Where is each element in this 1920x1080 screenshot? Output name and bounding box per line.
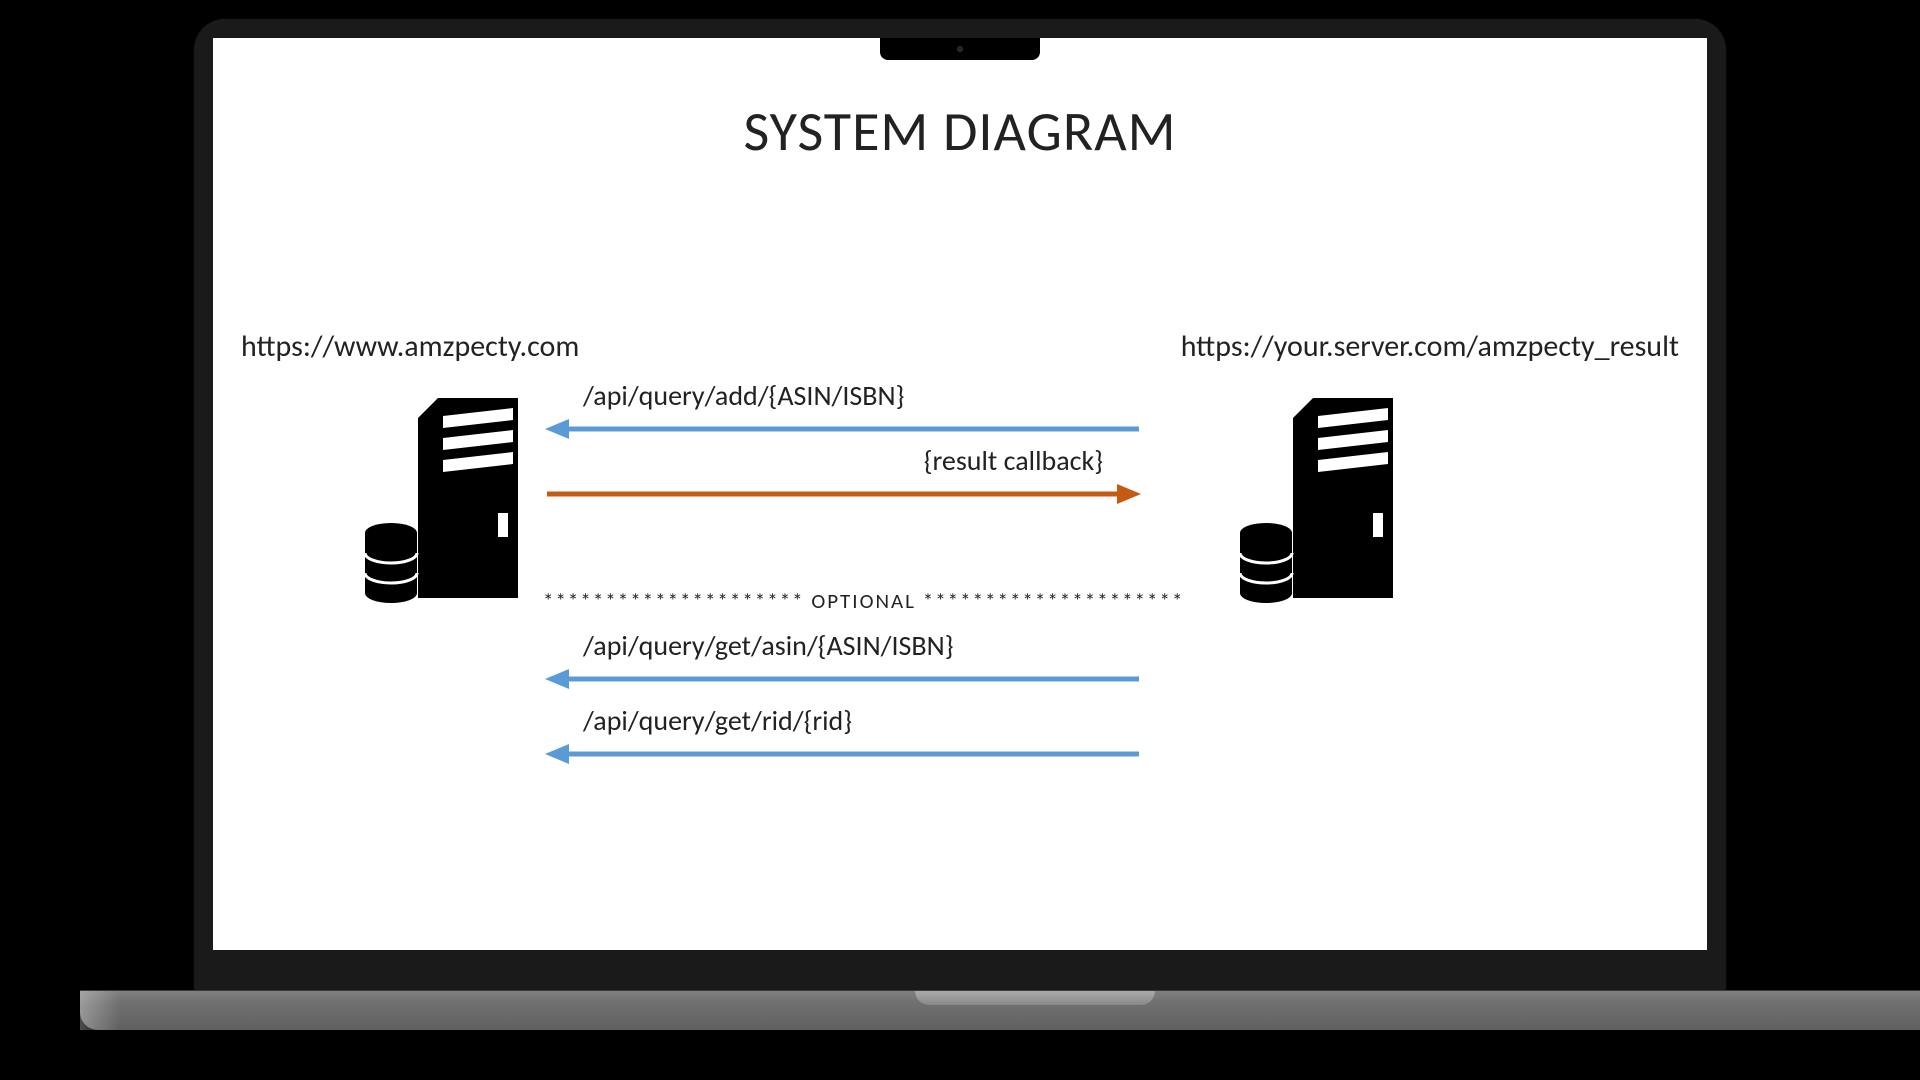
- left-server-url: https://www.amzpecty.com: [241, 328, 579, 365]
- arrow-get-asin: /api/query/get/asin/{ASIN/ISBN}: [543, 628, 1143, 696]
- arrow-left-icon: [543, 667, 1143, 691]
- arrow-get-rid-label: /api/query/get/rid/{rid}: [543, 703, 1143, 738]
- arrow-add-query: /api/query/add/{ASIN/ISBN}: [543, 378, 1143, 446]
- diagram-title: SYSTEM DIAGRAM: [213, 98, 1707, 166]
- server-left-icon: [363, 388, 533, 613]
- arrow-get-rid: /api/query/get/rid/{rid}: [543, 703, 1143, 771]
- camera-icon: [957, 46, 963, 52]
- arrow-add-query-label: /api/query/add/{ASIN/ISBN}: [543, 378, 1143, 413]
- arrow-left-icon: [543, 417, 1143, 441]
- trackpad-notch: [915, 991, 1155, 1005]
- laptop-base: [80, 990, 1920, 1030]
- laptop-mockup: SYSTEM DIAGRAM https://www.amzpecty.com …: [80, 20, 1840, 1060]
- arrow-callback-label: {result callback}: [543, 443, 1143, 478]
- laptop-notch: [880, 38, 1040, 60]
- screen-content: SYSTEM DIAGRAM https://www.amzpecty.com …: [213, 38, 1707, 950]
- arrow-right-icon: [543, 482, 1143, 506]
- server-right-icon: [1238, 388, 1408, 613]
- right-server-url: https://your.server.com/amzpecty_result: [1181, 328, 1679, 365]
- arrow-callback: {result callback}: [543, 443, 1143, 511]
- arrow-left-icon: [543, 742, 1143, 766]
- arrow-get-asin-label: /api/query/get/asin/{ASIN/ISBN}: [543, 628, 1143, 663]
- laptop-frame: SYSTEM DIAGRAM https://www.amzpecty.com …: [195, 20, 1725, 990]
- optional-divider: ********************* OPTIONAL *********…: [543, 588, 1163, 614]
